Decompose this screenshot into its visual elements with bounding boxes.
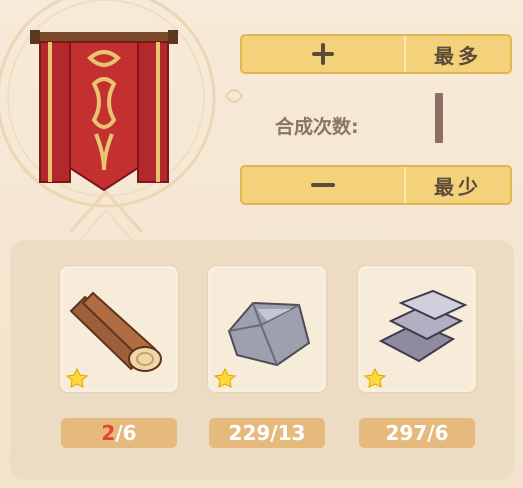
stone-ore-icon (213, 301, 311, 388)
material-slot-stone[interactable] (208, 266, 326, 392)
count-separator: / (270, 421, 278, 445)
material-have-count: 229 (228, 421, 271, 445)
craft-count-label: 合成次数: (275, 116, 359, 138)
count-digit-glyph (435, 93, 443, 143)
red-banner-icon (30, 30, 178, 192)
decrease-button[interactable] (242, 167, 404, 203)
material-have-count: 297 (385, 421, 428, 445)
count-separator: / (115, 421, 123, 445)
material-need-count: 13 (277, 421, 306, 445)
material-count-wood: 2/6 (61, 418, 177, 448)
material-slot-ingot[interactable] (358, 266, 476, 392)
count-separator: / (427, 421, 435, 445)
material-need-count: 6 (434, 421, 449, 445)
material-slot-wood[interactable] (60, 266, 178, 392)
craft-count-value (433, 92, 445, 144)
material-need-count: 6 (122, 421, 137, 445)
wood-log-icon (65, 291, 162, 388)
increase-button[interactable] (242, 36, 404, 72)
minus-icon (311, 183, 335, 187)
decrease-count-button[interactable]: 最少 (240, 165, 512, 205)
material-have-count: 2 (101, 421, 116, 445)
increase-count-button[interactable]: 最多 (240, 34, 512, 74)
material-count-ingot: 297/6 (359, 418, 475, 448)
material-count-stone: 229/13 (209, 418, 325, 448)
max-button[interactable]: 最多 (406, 36, 510, 72)
min-button[interactable]: 最少 (406, 167, 510, 203)
metal-ingot-icon (363, 289, 468, 388)
plus-icon (312, 43, 334, 65)
item-preview-banner (24, 18, 184, 198)
